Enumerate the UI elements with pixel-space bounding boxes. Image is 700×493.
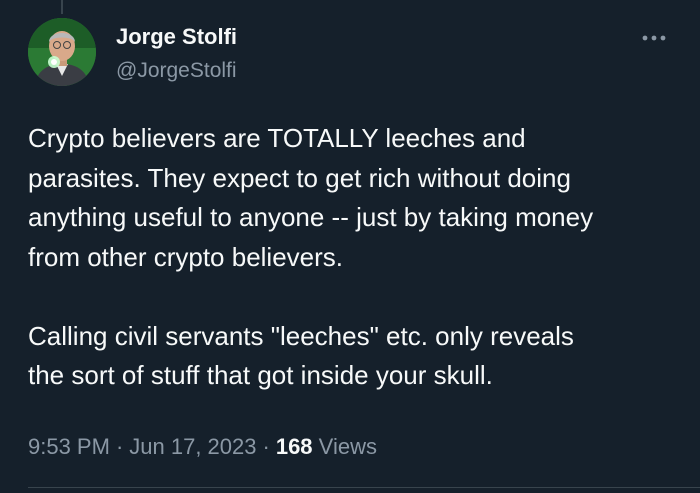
tweet-metadata: 9:53 PM · Jun 17, 2023 · 168 Views: [28, 432, 377, 462]
divider: [28, 487, 700, 488]
more-options-button[interactable]: [637, 26, 671, 50]
tweet-time[interactable]: 9:53 PM: [28, 434, 110, 459]
author-handle[interactable]: @JorgeStolfi: [116, 58, 237, 84]
more-horizontal-icon: [642, 35, 666, 41]
tweet-date[interactable]: Jun 17, 2023: [129, 434, 256, 459]
avatar[interactable]: [28, 18, 96, 86]
separator-dot: ·: [262, 434, 270, 459]
separator-dot: ·: [115, 434, 124, 459]
views-label: Views: [318, 434, 377, 459]
tweet-text: Crypto believers are TOTALLY leeches and…: [28, 123, 594, 390]
views-count[interactable]: 168: [276, 434, 313, 459]
avatar-image: [28, 18, 96, 86]
thread-connector-line: [61, 0, 63, 14]
author-name[interactable]: Jorge Stolfi: [116, 23, 237, 51]
